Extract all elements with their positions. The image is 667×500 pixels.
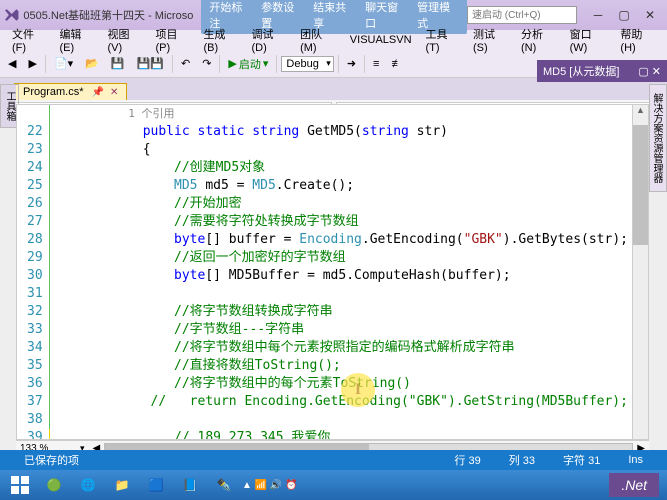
menu-file[interactable]: 文件(F)	[6, 24, 51, 56]
window-title: 0505.Net基础班第十四天 - Microso	[23, 7, 193, 23]
menu-edit[interactable]: 编辑(E)	[53, 24, 99, 56]
taskbar-vs[interactable]: ✒️	[208, 473, 240, 497]
vs-logo-icon	[4, 7, 19, 23]
status-bar: 已保存的项 行 39 列 33 字符 31 Ins	[0, 450, 667, 470]
snagit-chat[interactable]: 聊天窗口	[361, 0, 411, 32]
line-gutter: 2223242526272829303132333435363738394041…	[17, 105, 49, 439]
code-editor[interactable]: 2223242526272829303132333435363738394041…	[16, 104, 649, 440]
taskbar-app-2[interactable]: 🟦	[140, 473, 172, 497]
menu-tools[interactable]: 工具(T)	[420, 24, 465, 56]
menu-window[interactable]: 窗口(W)	[564, 24, 613, 56]
menu-team[interactable]: 团队(M)	[294, 24, 342, 56]
taskbar-ie[interactable]: 🌐	[72, 473, 104, 497]
comment-button[interactable]: ≡	[369, 56, 383, 72]
start-button[interactable]: ▶ 启动 ▾	[224, 54, 272, 74]
status-message: 已保存的项	[24, 452, 79, 468]
code-area[interactable]: 1 个引用 public static string GetMD5(string…	[49, 105, 648, 439]
menu-build[interactable]: 生成(B)	[197, 24, 243, 56]
file-tab-program[interactable]: Program.cs* 📌 ✕	[14, 83, 127, 100]
config-dropdown[interactable]: Debug	[281, 56, 333, 72]
menu-help[interactable]: 帮助(H)	[614, 24, 661, 56]
taskbar-explorer[interactable]: 📁	[106, 473, 138, 497]
menu-view[interactable]: 视图(V)	[101, 24, 147, 56]
uncomment-button[interactable]: ≢	[387, 56, 406, 72]
solution-explorer-tab[interactable]: 解决方案资源管理器	[649, 84, 667, 192]
tab-close-icon[interactable]: ✕	[110, 87, 118, 98]
net-brand: .Net	[609, 473, 659, 497]
step-button[interactable]: ➜	[343, 55, 360, 72]
start-button-win[interactable]	[4, 473, 36, 497]
new-project-button[interactable]: 📄▾	[50, 55, 77, 72]
menu-bar: 文件(F) 编辑(E) 视图(V) 项目(P) 生成(B) 调试(D) 团队(M…	[0, 30, 667, 50]
status-char: 字符 31	[563, 452, 600, 468]
quick-launch-input[interactable]	[467, 6, 577, 24]
nav-back-button[interactable]: ◀	[4, 55, 20, 72]
minimize-button[interactable]: ─	[585, 5, 611, 25]
status-col: 列 33	[509, 452, 535, 468]
system-tray[interactable]: ▲ 📶 🔊 ⏰	[242, 480, 298, 491]
menu-project[interactable]: 项目(P)	[149, 24, 195, 56]
undo-button[interactable]: ↶	[177, 55, 194, 72]
redo-button[interactable]: ↷	[198, 55, 215, 72]
windows-taskbar: 🟢 🌐 📁 🟦 📘 ✒️ ▲ 📶 🔊 ⏰ .Net	[0, 470, 667, 500]
close-button[interactable]: ✕	[637, 5, 663, 25]
menu-debug[interactable]: 调试(D)	[246, 24, 293, 56]
maximize-button[interactable]: ▢	[611, 5, 637, 25]
pin-icon[interactable]: 📌	[92, 87, 104, 98]
menu-analyze[interactable]: 分析(N)	[515, 24, 562, 56]
taskbar-app-3[interactable]: 📘	[174, 473, 206, 497]
open-button[interactable]: 📂	[81, 55, 103, 72]
metadata-panel-header[interactable]: MD5 [从元数据] ▢ ✕	[537, 60, 667, 82]
save-all-button[interactable]: 💾💾	[133, 55, 168, 72]
nav-fwd-button[interactable]: ▶	[24, 55, 40, 72]
menu-test[interactable]: 测试(S)	[467, 24, 513, 56]
right-dock: 解决方案资源管理器	[649, 84, 667, 192]
save-button[interactable]: 💾	[107, 55, 129, 72]
vertical-scrollbar[interactable]: ▲	[632, 105, 648, 439]
status-ins: Ins	[628, 454, 643, 466]
status-line: 行 39	[454, 452, 480, 468]
left-dock: 工具箱	[0, 84, 16, 128]
menu-svn[interactable]: VISUALSVN	[344, 32, 418, 48]
taskbar-app-1[interactable]: 🟢	[38, 473, 70, 497]
